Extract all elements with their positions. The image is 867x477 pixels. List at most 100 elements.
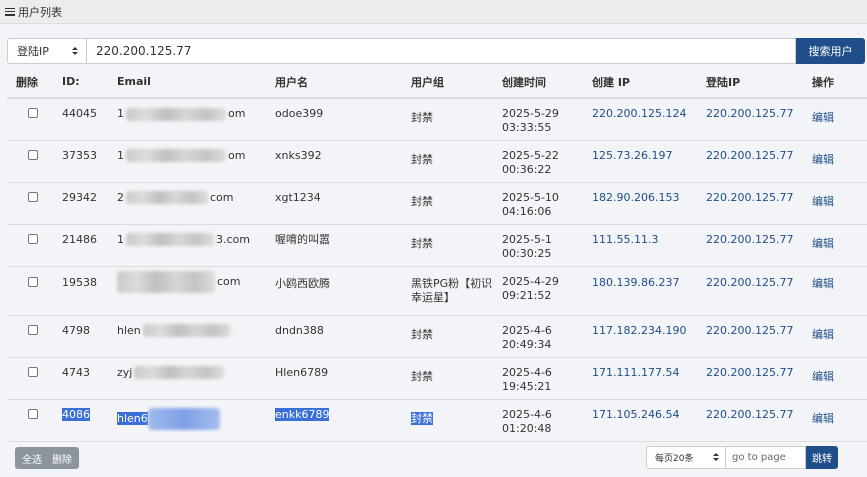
cell-username: enkk6789 (275, 399, 411, 442)
cell-created-ip[interactable]: 220.200.125.124 (592, 98, 706, 141)
cell-created-ip[interactable]: 171.111.177.54 (592, 357, 706, 400)
table-row: 37353 1 om xnks392 封禁 2025-5-22 00:36:22 1… (7, 140, 867, 183)
goto-page-input[interactable] (726, 446, 806, 469)
edit-link[interactable]: 编辑 (812, 224, 867, 267)
redacted-email (126, 107, 226, 121)
cell-created-time: 2025-4-6 19:45:21 (502, 357, 592, 400)
pagination: 每页20条 跳转 (646, 446, 838, 469)
cell-created-time: 2025-4-29 09:21:52 (502, 266, 592, 316)
row-checkbox[interactable] (28, 191, 38, 202)
row-checkbox[interactable] (28, 366, 38, 377)
edit-link[interactable]: 编辑 (812, 357, 867, 400)
column-header-created-time: 创建时间 (502, 66, 592, 99)
table-row: 4743 zyj Hlen6789 封禁 2025-4-6 19:45:21 17… (7, 357, 867, 400)
cell-group: 封禁 (411, 182, 502, 225)
cell-group: 封禁 (411, 399, 502, 442)
cell-email: 1 om (117, 140, 275, 183)
cell-created-time: 2025-4-6 01:20:48 (502, 399, 592, 442)
edit-link[interactable]: 编辑 (812, 399, 867, 442)
cell-login-ip[interactable]: 220.200.125.77 (706, 98, 812, 141)
redacted-email (117, 270, 215, 293)
list-icon (5, 7, 15, 16)
cell-created-time: 2025-5-29 03:33:55 (502, 98, 592, 141)
cell-login-ip[interactable]: 220.200.125.77 (706, 182, 812, 225)
search-button[interactable]: 搜索用户 (796, 38, 865, 64)
table-row: 19538 com 小鸥西欧腾 黑铁PG粉【初识幸运星】 2025-4-29 09… (7, 266, 867, 316)
cell-email: com (117, 266, 275, 316)
cell-created-ip[interactable]: 182.90.206.153 (592, 182, 706, 225)
table-row: 21486 1 3.com 喔唷的叫嚣 封禁 2025-5-1 00:30:25 1… (7, 224, 867, 267)
cell-username: odoe399 (275, 98, 411, 141)
column-header-email: Email (117, 66, 275, 99)
cell-login-ip[interactable]: 220.200.125.77 (706, 357, 812, 400)
table-row: 44045 1 om odoe399 封禁 2025-5-29 03:33:55 2… (7, 98, 867, 141)
redacted-email (126, 149, 226, 162)
cell-created-time: 2025-5-22 00:36:22 (502, 140, 592, 183)
search-bar: 登陆IP 搜索用户 (7, 38, 865, 64)
row-checkbox[interactable] (28, 233, 38, 244)
cell-login-ip[interactable]: 220.200.125.77 (706, 315, 812, 358)
cell-login-ip[interactable]: 220.200.125.77 (706, 140, 812, 183)
cell-created-ip[interactable]: 125.73.26.197 (592, 140, 706, 183)
cell-id: 21486 (62, 224, 117, 267)
cell-login-ip[interactable]: 220.200.125.77 (706, 224, 812, 267)
row-checkbox[interactable] (28, 108, 38, 118)
row-checkbox[interactable] (28, 149, 38, 160)
page-size-value: 每页20条 (655, 454, 694, 464)
cell-username: 喔唷的叫嚣 (275, 224, 411, 267)
row-checkbox[interactable] (28, 408, 38, 419)
cell-group: 黑铁PG粉【初识幸运星】 (411, 266, 502, 316)
redacted-email (126, 233, 214, 246)
table-row: 4798 hlen dndn388 封禁 2025-4-6 20:49:34 11… (7, 315, 867, 358)
redacted-email (126, 191, 208, 204)
cell-created-time: 2025-4-6 20:49:34 (502, 315, 592, 358)
edit-link[interactable]: 编辑 (812, 140, 867, 183)
cell-username: xgt1234 (275, 182, 411, 225)
redacted-email (142, 324, 231, 337)
table-row: 4086 hlen6 enkk6789 封禁 2025-4-6 01:20:48 … (7, 399, 867, 442)
redacted-email (134, 366, 225, 379)
column-header-group: 用户组 (411, 66, 502, 99)
cell-id: 44045 (62, 98, 117, 141)
edit-link[interactable]: 编辑 (812, 98, 867, 141)
search-field-select[interactable]: 登陆IP (7, 38, 87, 64)
cell-group: 封禁 (411, 224, 502, 267)
cell-created-ip[interactable]: 111.55.11.3 (592, 224, 706, 267)
user-table: 删除 ID: Email 用户名 用户组 创建时间 创建 IP 登陆IP 操作 … (7, 66, 867, 442)
column-header-delete: 删除 (7, 66, 62, 99)
select-all-button[interactable]: 全选 (22, 451, 42, 466)
search-field-value: 登陆IP (17, 45, 49, 58)
column-header-login-ip: 登陆IP (706, 66, 812, 99)
cell-id: 37353 (62, 140, 117, 183)
page-size-select[interactable]: 每页20条 (646, 446, 726, 469)
bulk-action-group: 全选 删除 (15, 447, 79, 469)
cell-login-ip[interactable]: 220.200.125.77 (706, 399, 812, 442)
column-header-username: 用户名 (275, 66, 411, 99)
page-header: 用户列表 (0, 0, 867, 24)
cell-id: 4743 (62, 357, 117, 400)
cell-group: 封禁 (411, 315, 502, 358)
search-input[interactable] (87, 38, 796, 64)
table-header-row: 删除 ID: Email 用户名 用户组 创建时间 创建 IP 登陆IP 操作 (7, 66, 867, 99)
row-checkbox[interactable] (28, 276, 38, 287)
cell-email: 1 om (117, 98, 275, 141)
cell-created-ip[interactable]: 180.139.86.237 (592, 266, 706, 316)
cell-username: Hlen6789 (275, 357, 411, 400)
cell-email: hlen6 (117, 399, 275, 442)
cell-username: 小鸥西欧腾 (275, 266, 411, 316)
edit-link[interactable]: 编辑 (812, 182, 867, 225)
column-header-id: ID: (62, 66, 117, 99)
edit-link[interactable]: 编辑 (812, 315, 867, 358)
cell-group: 封禁 (411, 140, 502, 183)
select-caret-icon (713, 453, 719, 461)
cell-created-ip[interactable]: 171.105.246.54 (592, 399, 706, 442)
cell-id: 4798 (62, 315, 117, 358)
column-header-created-ip: 创建 IP (592, 66, 706, 99)
edit-link[interactable]: 编辑 (812, 266, 867, 316)
cell-group: 封禁 (411, 357, 502, 400)
row-checkbox[interactable] (28, 324, 38, 335)
cell-login-ip[interactable]: 220.200.125.77 (706, 266, 812, 316)
jump-button[interactable]: 跳转 (806, 446, 838, 469)
cell-created-ip[interactable]: 117.182.234.190 (592, 315, 706, 358)
bulk-delete-button[interactable]: 删除 (52, 451, 72, 466)
